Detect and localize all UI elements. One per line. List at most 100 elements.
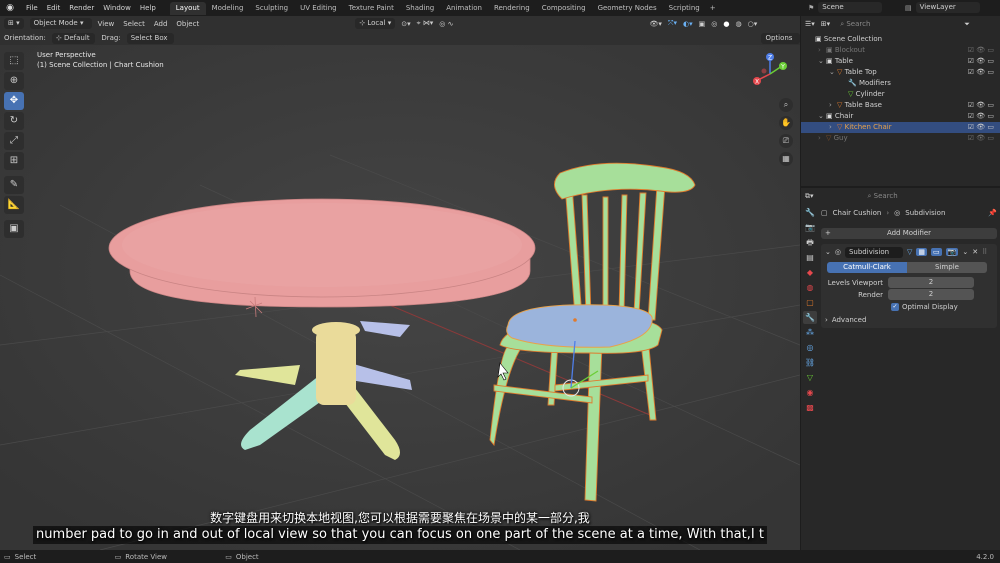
visibility-toggles-icon[interactable]: ☑ 👁 ▭: [968, 133, 994, 144]
menu-window[interactable]: Window: [103, 4, 131, 12]
outliner-item-table-base[interactable]: › ▽ Table Base ☑ 👁 ▭: [801, 100, 1000, 111]
properties-type-icon[interactable]: ⧉▾: [805, 192, 814, 201]
properties-search-input[interactable]: ⌕ Search: [863, 190, 928, 202]
data-tab-icon[interactable]: ▽: [803, 371, 817, 384]
viewport-menu-select[interactable]: Select: [123, 20, 145, 28]
view-layer-selector[interactable]: ▤ ViewLayer: [905, 2, 980, 13]
edit-mode-toggle-icon[interactable]: ▽: [907, 248, 912, 256]
pan-icon[interactable]: ✋: [779, 116, 793, 130]
tab-geometry-nodes[interactable]: Geometry Nodes: [592, 2, 663, 15]
view-layer-field[interactable]: ViewLayer: [915, 2, 980, 13]
chair-cushion[interactable]: [506, 304, 653, 348]
orientation-dropdown[interactable]: ⊹ Default ▾: [51, 32, 96, 53]
catmull-clark-button[interactable]: Catmull-Clark: [827, 262, 907, 273]
shading-rendered-icon[interactable]: ○▾: [748, 20, 758, 28]
outliner-item-kitchen-chair[interactable]: › ▽ Kitchen Chair ☑ 👁 ▭: [801, 122, 1000, 133]
proportional-icon[interactable]: ◎ ∿: [439, 20, 453, 28]
mode-dropdown[interactable]: Object Mode ▾: [29, 18, 92, 29]
shading-material-icon[interactable]: ◍: [736, 20, 742, 28]
simple-button[interactable]: Simple: [907, 262, 987, 273]
render-levels-field[interactable]: 2: [888, 289, 974, 300]
tab-sculpting[interactable]: Sculpting: [249, 2, 294, 15]
expand-arrow-icon[interactable]: ⌄: [829, 67, 837, 78]
shading-solid-icon[interactable]: ●: [723, 20, 729, 28]
expand-arrow-icon[interactable]: ›: [818, 133, 826, 144]
gizmo-icon[interactable]: ⤧▾: [668, 19, 677, 28]
move-icon[interactable]: ✥: [4, 92, 24, 110]
rotate-icon[interactable]: ↻: [4, 112, 24, 130]
zoom-icon[interactable]: ⌕: [779, 98, 793, 112]
add-cube-icon[interactable]: ▣: [4, 220, 24, 238]
outliner-type-icon[interactable]: ☰▾: [805, 20, 815, 28]
cursor-icon[interactable]: ⊕: [4, 72, 24, 90]
viewport-menu-view[interactable]: View: [98, 20, 115, 28]
remove-modifier-icon[interactable]: ✕: [972, 248, 978, 256]
outliner-item-cylinder[interactable]: ▽ Cylinder: [801, 89, 1000, 100]
overlay-icon[interactable]: ◐▾: [683, 20, 693, 28]
pin-icon[interactable]: 📌: [988, 209, 997, 217]
optimal-display-checkbox[interactable]: ✓: [891, 303, 899, 311]
expand-arrow-icon[interactable]: ⌄: [818, 56, 826, 67]
blender-logo-icon[interactable]: ◉: [3, 1, 17, 15]
physics-tab-icon[interactable]: ◎: [803, 341, 817, 354]
menu-help[interactable]: Help: [140, 4, 156, 12]
outliner-item-scene-collection[interactable]: ▣ Scene Collection: [801, 34, 1000, 45]
tab-modeling[interactable]: Modeling: [206, 2, 250, 15]
visibility-toggles-icon[interactable]: ☑ 👁 ▭: [968, 45, 994, 56]
scale-icon[interactable]: ⤢: [4, 132, 24, 150]
outliner-item-modifiers[interactable]: 🔧 Modifiers: [801, 78, 1000, 89]
xray-icon[interactable]: ▣: [699, 20, 706, 28]
scene-field[interactable]: Scene: [818, 2, 883, 13]
menu-file[interactable]: File: [26, 4, 38, 12]
output-tab-icon[interactable]: 🖶: [803, 236, 817, 249]
constraints-tab-icon[interactable]: ⛓: [803, 356, 817, 369]
select-box-icon[interactable]: ⬚: [4, 52, 24, 70]
visibility-toggles-icon[interactable]: ☑ 👁 ▭: [968, 56, 994, 67]
tab-uv-editing[interactable]: UV Editing: [294, 2, 343, 15]
modifier-menu-icon[interactable]: ⌄: [962, 248, 968, 256]
visibility-toggles-icon[interactable]: ☑ 👁 ▭: [968, 67, 994, 78]
camera-icon[interactable]: ⎚: [779, 134, 793, 148]
view-layer-tab-icon[interactable]: ▤: [803, 251, 817, 264]
expand-arrow-icon[interactable]: ⌄: [818, 111, 826, 122]
expand-arrow-icon[interactable]: ›: [818, 45, 826, 56]
tool-tab-icon[interactable]: 🔧: [803, 206, 817, 219]
scene-tab-icon[interactable]: ◆: [803, 266, 817, 279]
options-dropdown[interactable]: Options ▾: [761, 32, 800, 53]
visibility-toggles-icon[interactable]: ☑ 👁 ▭: [968, 122, 994, 133]
transform-icon[interactable]: ⊞: [4, 152, 24, 170]
tab-compositing[interactable]: Compositing: [536, 2, 592, 15]
object-tab-icon[interactable]: ▢: [803, 296, 817, 309]
render-toggle-icon[interactable]: 📷: [945, 248, 959, 256]
material-tab-icon[interactable]: ◉: [803, 386, 817, 399]
tab-animation[interactable]: Animation: [440, 2, 488, 15]
scene-canvas[interactable]: [0, 45, 800, 550]
modifier-tab-icon[interactable]: 🔧: [803, 311, 817, 324]
tab-rendering[interactable]: Rendering: [488, 2, 536, 15]
scene-selector[interactable]: ⚑ Scene: [808, 2, 883, 13]
visibility-toggles-icon[interactable]: ☑ 👁 ▭: [968, 100, 994, 111]
expand-arrow-icon[interactable]: ›: [829, 100, 837, 111]
navigation-gizmo[interactable]: Z Y X: [748, 50, 788, 90]
modifier-name-field[interactable]: Subdivision: [844, 246, 903, 258]
drag-handle-icon[interactable]: ⠿: [982, 248, 987, 256]
shading-wire-icon[interactable]: ◎: [711, 20, 717, 28]
render-tab-icon[interactable]: 📷: [803, 221, 817, 234]
visibility-icon[interactable]: 👁▾: [650, 20, 662, 28]
outliner-item-blockout[interactable]: › ▣ Blockout ☑ 👁 ▭: [801, 45, 1000, 56]
tab-scripting[interactable]: Scripting: [663, 2, 706, 15]
expand-arrow-icon[interactable]: ›: [829, 122, 837, 133]
measure-icon[interactable]: 📐: [4, 196, 24, 214]
pivot-icon[interactable]: ⊙▾: [401, 20, 410, 28]
drag-dropdown[interactable]: Select Box ▾: [126, 32, 175, 53]
advanced-subpanel[interactable]: › Advanced: [825, 316, 993, 324]
outliner-search-input[interactable]: ⌕ Search: [836, 18, 917, 30]
texture-tab-icon[interactable]: ▩: [803, 401, 817, 414]
viewport-toggle-icon[interactable]: ▭: [931, 248, 942, 256]
add-workspace-icon[interactable]: +: [710, 4, 716, 12]
grid-view-icon[interactable]: ▦: [779, 152, 793, 166]
editor-type-button[interactable]: ⊞ ▾: [4, 18, 24, 29]
outliner-filter-icon[interactable]: ⏷: [964, 20, 970, 29]
outliner-item-guy[interactable]: › ▽ Guy ☑ 👁 ▭: [801, 133, 1000, 144]
3d-viewport[interactable]: User Perspective (1) Scene Collection | …: [0, 45, 800, 550]
